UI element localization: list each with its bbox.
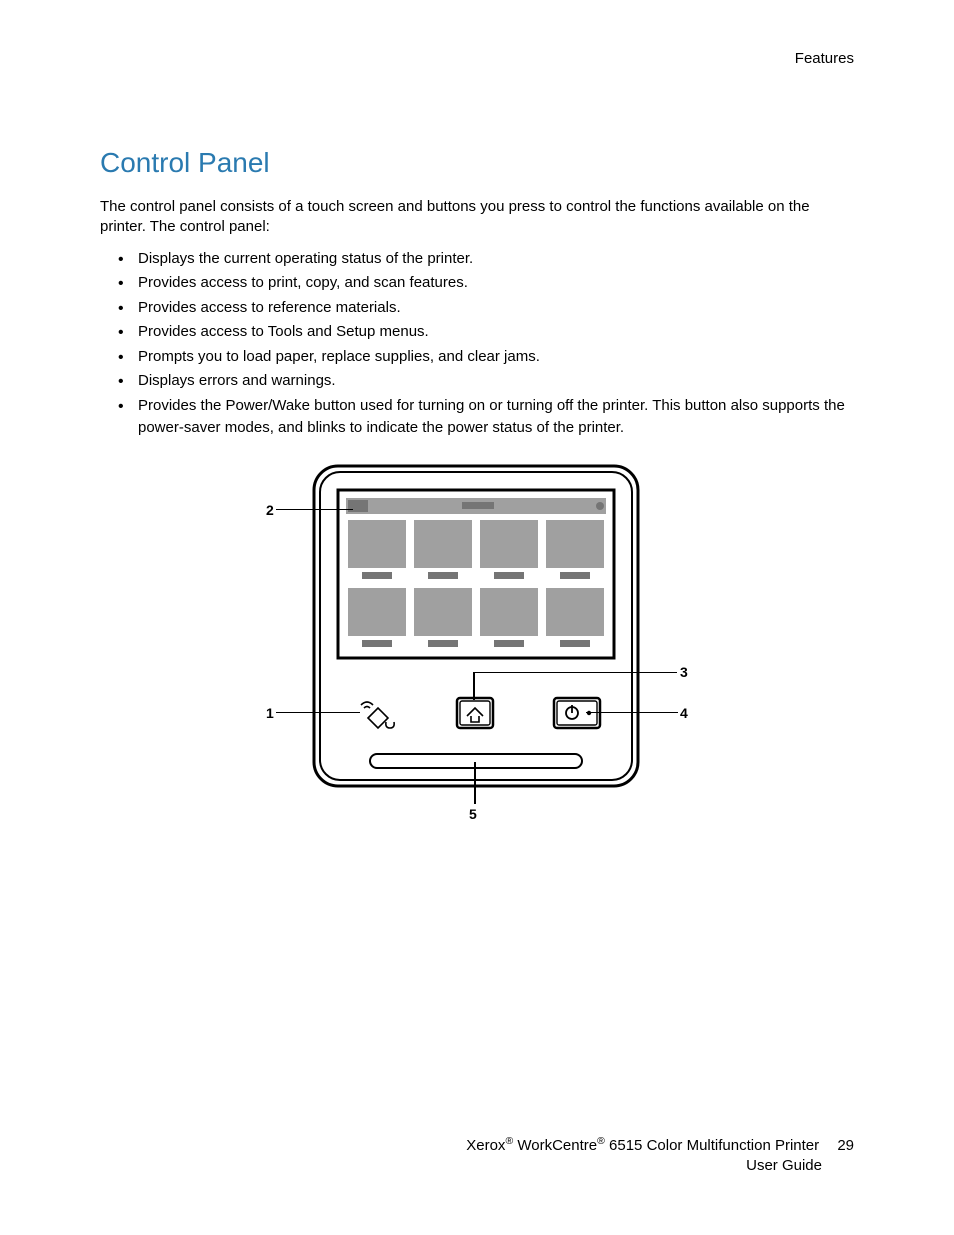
list-item: Displays errors and warnings. — [118, 370, 854, 393]
callout-3: 3 — [680, 664, 688, 680]
callout-1: 1 — [266, 705, 274, 721]
callout-4: 4 — [680, 705, 688, 721]
list-item: Provides access to Tools and Setup menus… — [118, 321, 854, 344]
list-item: Displays the current operating status of… — [118, 248, 854, 271]
footer-text: Xerox® WorkCentre® 6515 Color Multifunct… — [466, 1137, 823, 1154]
callout-2: 2 — [266, 502, 274, 518]
list-item: Prompts you to load paper, replace suppl… — [118, 346, 854, 369]
page-footer: Xerox® WorkCentre® 6515 Color Multifunct… — [466, 1135, 854, 1175]
bullet-list: Displays the current operating status of… — [100, 248, 854, 440]
list-item: Provides access to reference materials. — [118, 297, 854, 320]
home-button-icon — [457, 698, 493, 728]
control-panel-figure: 1 2 3 4 5 — [292, 460, 662, 795]
running-header: Features — [100, 50, 854, 67]
page-number: 29 — [837, 1136, 854, 1156]
intro-paragraph: The control panel consists of a touch sc… — [100, 197, 854, 238]
list-item: Provides the Power/Wake button used for … — [118, 395, 854, 440]
section-heading: Control Panel — [100, 147, 854, 179]
callout-5: 5 — [469, 806, 477, 822]
footer-subtitle: User Guide — [466, 1156, 854, 1176]
list-item: Provides access to print, copy, and scan… — [118, 272, 854, 295]
